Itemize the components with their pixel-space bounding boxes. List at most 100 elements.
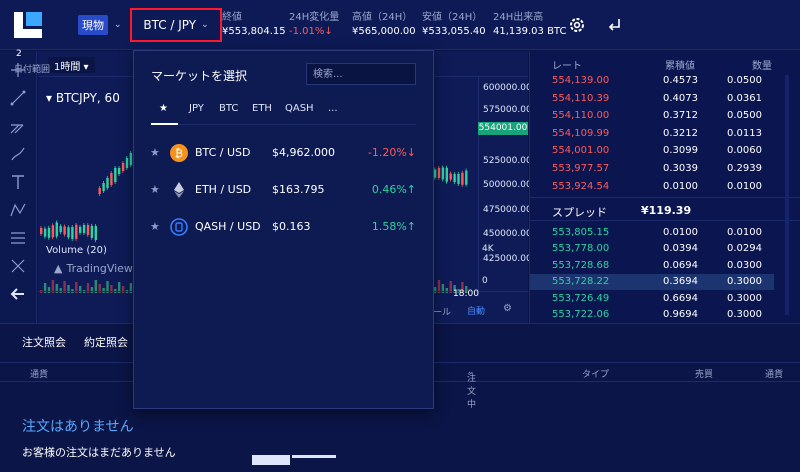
ask-row[interactable]: 554,110.00 0.3712 0.0500: [530, 108, 774, 124]
logout-icon[interactable]: [605, 15, 625, 35]
bid-row[interactable]: 553,726.49 0.6694 0.3000: [530, 291, 774, 307]
bid-row[interactable]: 553,728.68 0.0694 0.0300: [530, 258, 774, 274]
tab-btc[interactable]: BTC: [219, 103, 238, 114]
candle-body: [102, 183, 105, 191]
bitcoin-icon: ₿: [170, 144, 188, 162]
stat-volume-24h: 24H出来高 41,139.03 BTC: [493, 11, 566, 39]
stat-value: -1.01%↓: [289, 26, 333, 37]
price-tick: 575000.00: [483, 105, 532, 115]
tab-more[interactable]: ...: [328, 103, 338, 114]
bid-price: 553,728.22: [552, 276, 610, 288]
favorite-star-icon[interactable]: ★: [150, 220, 160, 233]
liquid-logo-icon[interactable]: [14, 12, 42, 38]
measure-icon[interactable]: [9, 257, 27, 275]
tab-execution-inquiry[interactable]: 約定照会: [84, 334, 128, 350]
candle-body: [129, 153, 133, 165]
bid-row[interactable]: 553,778.00 0.0394 0.0294: [530, 241, 774, 257]
market-type-select[interactable]: 現物 ⌄: [78, 15, 122, 35]
ask-price: 554,001.00: [552, 145, 610, 157]
candle-body: [118, 168, 121, 174]
scrollbar[interactable]: [785, 75, 789, 315]
ask-price: 554,139.00: [552, 75, 610, 86]
tradingview-icon: ▲: [54, 262, 63, 275]
arrow-left-icon[interactable]: [9, 285, 27, 303]
bid-row[interactable]: 553,728.22 0.3694 0.3000: [530, 274, 774, 291]
candle-body: [121, 163, 125, 171]
tab-eth[interactable]: ETH: [252, 103, 272, 114]
tab-order-inquiry[interactable]: 注文照会: [22, 334, 66, 350]
svg-text:₿: ₿: [175, 147, 183, 160]
favorite-star-icon[interactable]: ★: [150, 183, 160, 196]
market-row[interactable]: ★ ETH / USD $163.795 0.46%↑: [134, 174, 433, 210]
ask-row[interactable]: 554,001.00 0.3099 0.0060: [530, 143, 774, 159]
ask-row[interactable]: 554,109.99 0.3212 0.0113: [530, 126, 774, 142]
candle-body: [51, 225, 55, 238]
text-tool-icon[interactable]: [9, 173, 27, 191]
stat-label: 安値（24H）: [422, 12, 483, 23]
bid-cumulative: 0.0394: [663, 243, 698, 255]
stat-high-24h: 高値（24H） ¥565,000.00: [352, 11, 416, 39]
market-row[interactable]: ★ ₿ BTC / USD $4,962.000 -1.20%↓: [134, 137, 433, 173]
tradingview-logo: ▲ TradingView: [54, 262, 133, 275]
candle-body: [63, 226, 66, 235]
stat-value: ¥533,055.40: [422, 26, 486, 37]
brush-icon[interactable]: [9, 145, 27, 163]
fib-icon[interactable]: [9, 229, 27, 247]
market-row[interactable]: ★ QASH / USD $0.163 1.58%↑: [134, 211, 433, 247]
ask-row[interactable]: 554,139.00 0.4573 0.0500: [530, 73, 774, 89]
chevron-down-icon: ⌄: [114, 20, 122, 30]
ask-row[interactable]: 554,110.39 0.4073 0.0361: [530, 91, 774, 107]
market-search-input[interactable]: [306, 63, 416, 85]
pitchfork-icon[interactable]: [9, 117, 27, 135]
bid-quantity: 0.0294: [727, 243, 762, 255]
candle-body: [75, 224, 78, 239]
bid-cumulative: 0.0100: [663, 227, 698, 238]
interval-label: 1時間: [54, 62, 81, 73]
trend-line-icon[interactable]: [9, 89, 27, 107]
pair-select-button[interactable]: BTC / JPY ⌄: [130, 8, 222, 42]
interval-select[interactable]: 1時間 ▾: [48, 57, 95, 73]
order-book-header: レート 累積値 数量: [530, 51, 800, 73]
pattern-icon[interactable]: [9, 201, 27, 219]
bid-cumulative: 0.0694: [663, 259, 698, 271]
top-bar: 現物 ⌄ BTC / JPY ⌄ 終値 ¥553,804.15 24H変化量 -…: [0, 0, 800, 50]
market-price: $163.795: [272, 183, 325, 196]
last-price-tag: 554001.00: [478, 122, 528, 135]
ask-quantity: 0.0500: [727, 110, 762, 122]
market-name: ETH / USD: [195, 183, 252, 196]
bid-quantity: 0.0100: [727, 227, 762, 238]
favorite-star-icon[interactable]: ★: [150, 146, 160, 159]
market-name: QASH / USD: [195, 220, 261, 233]
ask-cumulative: 0.3212: [663, 127, 698, 139]
auto-scale-toggle[interactable]: 自動: [467, 304, 485, 317]
stat-value: ¥565,000.00: [352, 26, 416, 37]
bid-row[interactable]: 553,722.06 0.9694 0.3000: [530, 307, 774, 323]
tradingview-label: TradingView: [66, 262, 133, 275]
candle-body: [67, 227, 70, 238]
empty-title: 注文はありません: [22, 419, 134, 435]
empty-subtitle: お客様の注文はまだありません: [22, 446, 176, 459]
chart-settings-icon[interactable]: ⚙: [503, 303, 512, 314]
ask-row[interactable]: 553,924.54 0.0100 0.0100: [530, 179, 774, 195]
scale-toggle[interactable]: ール: [433, 305, 451, 318]
ask-cumulative: 0.3712: [663, 110, 698, 122]
pair-label: BTC / JPY: [143, 18, 197, 32]
bid-row[interactable]: 553,805.15 0.0100 0.0100: [530, 225, 774, 241]
tab-qash[interactable]: QASH: [285, 103, 314, 114]
col-status[interactable]: 注文中 ⌄: [467, 367, 476, 410]
price-tick: 475000.00: [483, 205, 532, 215]
tab-jpy[interactable]: JPY: [189, 103, 204, 114]
candle-body: [86, 224, 90, 235]
gear-icon[interactable]: [567, 15, 587, 35]
candle-body: [90, 225, 94, 238]
stat-value: ¥553,804.15: [222, 26, 286, 37]
active-tab-indicator: [151, 123, 178, 125]
date-range-button[interactable]: 日付範囲: [14, 62, 50, 75]
bid-price: 553,726.49: [552, 292, 610, 304]
tab-favorites[interactable]: ★: [159, 103, 168, 114]
ask-price: 553,924.54: [552, 180, 610, 192]
ask-cumulative: 0.3099: [663, 145, 698, 157]
market-select-dropdown: マーケットを選択 ★ JPY BTC ETH QASH ... ★ ₿ BTC / …: [133, 50, 434, 409]
candle-body: [40, 228, 43, 234]
ask-row[interactable]: 553,977.57 0.3039 0.2939: [530, 161, 774, 177]
